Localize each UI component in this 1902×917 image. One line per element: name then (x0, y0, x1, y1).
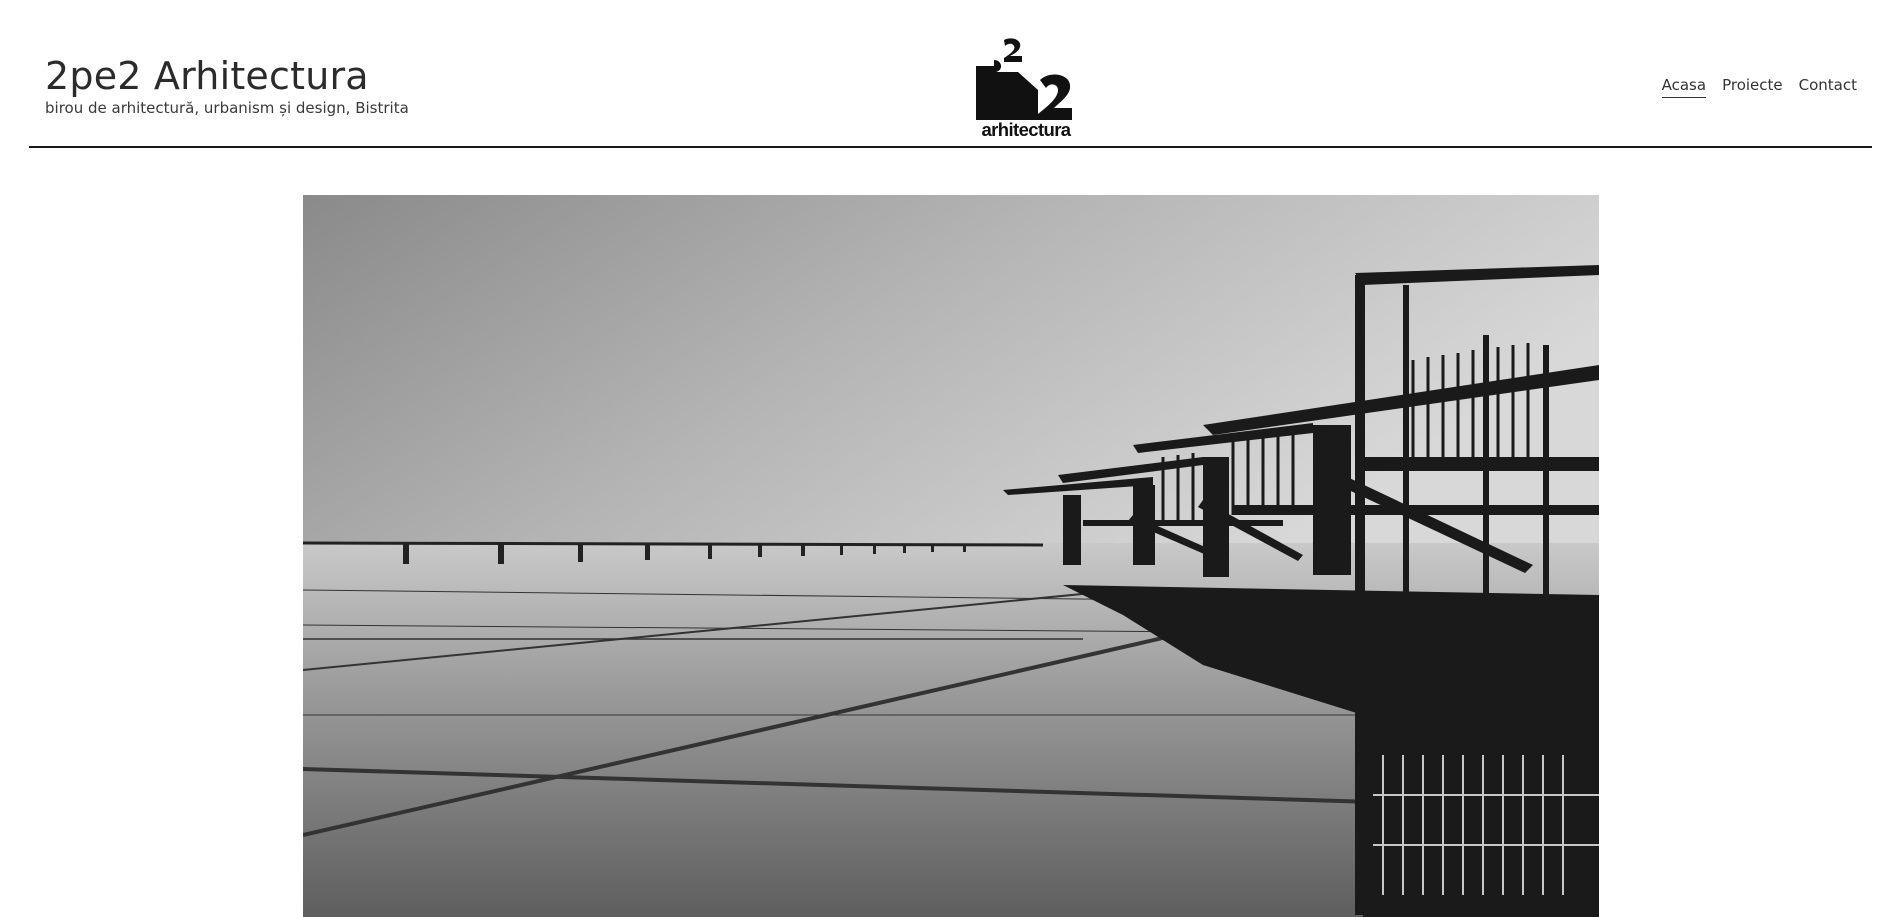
site-tagline: birou de arhitectură, urbanism și design… (45, 99, 409, 117)
logo-wordmark: arhitectura (981, 119, 1071, 140)
site-logo[interactable]: arhitectura (976, 36, 1076, 140)
site-branding: 2pe2 Arhitectura birou de arhitectură, u… (45, 53, 409, 117)
main-nav: Acasa Proiecte Contact (1661, 76, 1857, 98)
site-title[interactable]: 2pe2 Arhitectura (45, 53, 409, 99)
nav-item-acasa[interactable]: Acasa (1661, 76, 1707, 98)
nav-item-proiecte[interactable]: Proiecte (1722, 76, 1783, 98)
site-header: 2pe2 Arhitectura birou de arhitectură, u… (29, 0, 1872, 148)
architecture-photo (303, 195, 1599, 917)
nav-item-contact[interactable]: Contact (1799, 76, 1857, 98)
2pe2-logo-icon (976, 38, 1072, 120)
hero-image (303, 195, 1599, 917)
